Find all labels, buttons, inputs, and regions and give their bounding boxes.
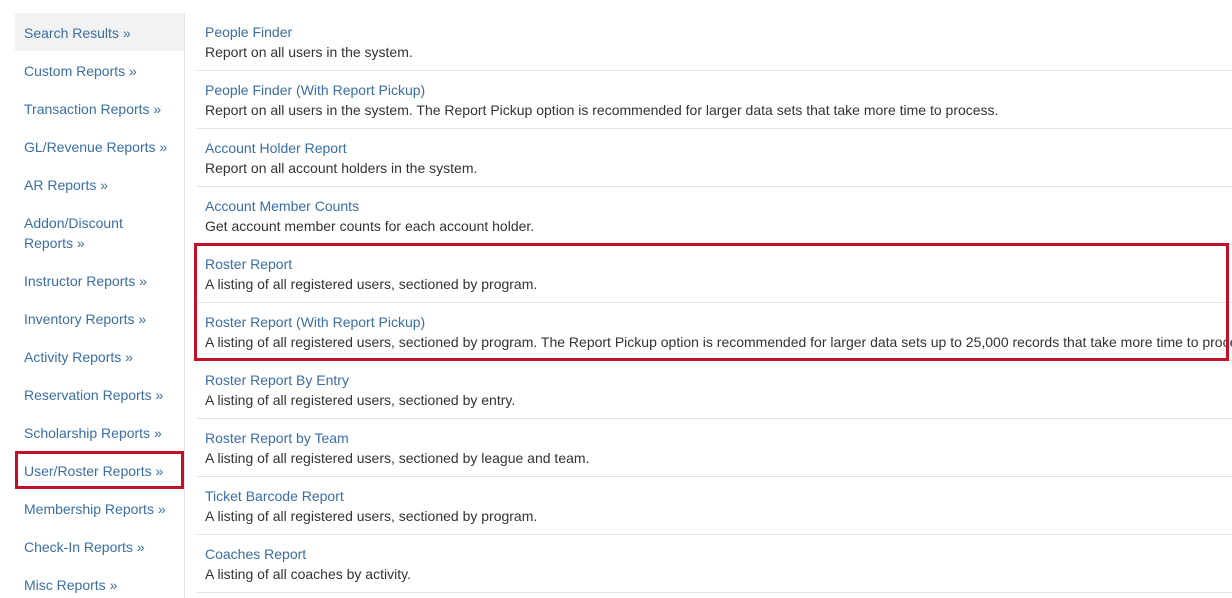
- report-row: Coaches Report A listing of all coaches …: [197, 535, 1232, 593]
- report-row: Ticket Barcode Report A listing of all r…: [197, 477, 1232, 535]
- sidebar-item-activity-reports[interactable]: Activity Reports »: [15, 337, 184, 375]
- report-category-sidebar: Search Results » Custom Reports » Transa…: [15, 13, 185, 598]
- sidebar-item-check-in-reports[interactable]: Check-In Reports »: [15, 527, 184, 565]
- report-link-people-finder[interactable]: People Finder: [205, 22, 1224, 42]
- sidebar-item-misc-reports[interactable]: Misc Reports »: [15, 565, 184, 598]
- report-link-roster-report-by-team[interactable]: Roster Report by Team: [205, 428, 1224, 448]
- report-description: A listing of all registered users, secti…: [205, 508, 538, 524]
- sidebar-item-instructor-reports[interactable]: Instructor Reports »: [15, 261, 184, 299]
- sidebar-item-transaction-reports[interactable]: Transaction Reports »: [15, 89, 184, 127]
- sidebar-item-search-results[interactable]: Search Results »: [15, 13, 184, 51]
- report-row: Account Member Counts Get account member…: [197, 187, 1232, 245]
- report-list: People Finder Report on all users in the…: [197, 13, 1232, 593]
- sidebar-item-reservation-reports[interactable]: Reservation Reports »: [15, 375, 184, 413]
- sidebar-item-gl-revenue-reports[interactable]: GL/Revenue Reports »: [15, 127, 184, 165]
- report-description: A listing of all coaches by activity.: [205, 566, 411, 582]
- report-row: Roster Report by Team A listing of all r…: [197, 419, 1232, 477]
- report-link-roster-report[interactable]: Roster Report: [205, 254, 1224, 274]
- report-description: Report on all account holders in the sys…: [205, 160, 478, 176]
- sidebar-item-scholarship-reports[interactable]: Scholarship Reports »: [15, 413, 184, 451]
- report-description: A listing of all registered users, secti…: [205, 450, 590, 466]
- sidebar-item-ar-reports[interactable]: AR Reports »: [15, 165, 184, 203]
- sidebar-item-addon-discount-reports[interactable]: Addon/Discount Reports »: [15, 203, 184, 261]
- report-description: Report on all users in the system.: [205, 44, 413, 60]
- report-description: Report on all users in the system. The R…: [205, 102, 999, 118]
- report-description: Get account member counts for each accou…: [205, 218, 535, 234]
- report-link-people-finder-pickup[interactable]: People Finder (With Report Pickup): [205, 80, 1224, 100]
- report-link-roster-report-by-entry[interactable]: Roster Report By Entry: [205, 370, 1224, 390]
- report-description: A listing of all registered users, secti…: [205, 276, 538, 292]
- sidebar-item-custom-reports[interactable]: Custom Reports »: [15, 51, 184, 89]
- sidebar-item-inventory-reports[interactable]: Inventory Reports »: [15, 299, 184, 337]
- reports-page: Search Results » Custom Reports » Transa…: [0, 0, 1232, 598]
- report-link-account-member-counts[interactable]: Account Member Counts: [205, 196, 1224, 216]
- sidebar-item-user-roster-reports[interactable]: User/Roster Reports »: [15, 451, 184, 489]
- report-row: Roster Report (With Report Pickup) A lis…: [197, 303, 1232, 361]
- report-link-coaches-report[interactable]: Coaches Report: [205, 544, 1224, 564]
- report-description: A listing of all registered users, secti…: [205, 334, 1232, 350]
- report-row: Roster Report By Entry A listing of all …: [197, 361, 1232, 419]
- sidebar-item-membership-reports[interactable]: Membership Reports »: [15, 489, 184, 527]
- report-link-roster-report-pickup[interactable]: Roster Report (With Report Pickup): [205, 312, 1224, 332]
- report-row: People Finder (With Report Pickup) Repor…: [197, 71, 1232, 129]
- report-description: A listing of all registered users, secti…: [205, 392, 516, 408]
- report-link-ticket-barcode-report[interactable]: Ticket Barcode Report: [205, 486, 1224, 506]
- report-row: People Finder Report on all users in the…: [197, 13, 1232, 71]
- report-row: Account Holder Report Report on all acco…: [197, 129, 1232, 187]
- report-row: Roster Report A listing of all registere…: [197, 245, 1232, 303]
- report-link-account-holder-report[interactable]: Account Holder Report: [205, 138, 1224, 158]
